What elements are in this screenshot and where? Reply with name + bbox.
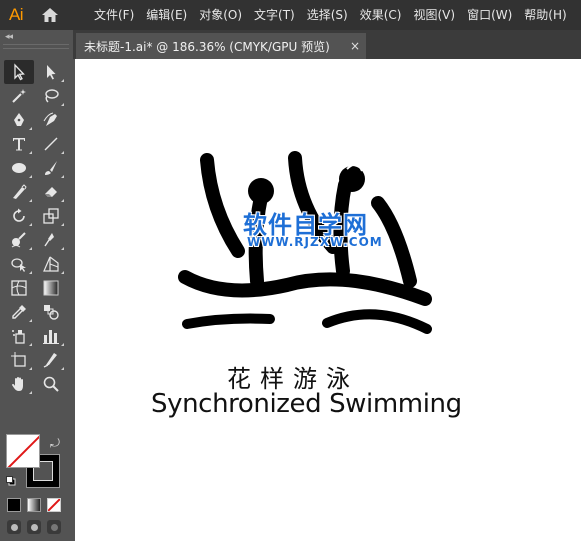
menu-select[interactable]: 选择(S)	[301, 0, 354, 30]
document-tab[interactable]: 未标题-1.ai* @ 186.36% (CMYK/GPU 预览) ×	[76, 33, 366, 59]
ellipse-tool-icon[interactable]	[4, 156, 34, 180]
scale-tool-icon[interactable]	[36, 204, 66, 228]
perspective-grid-tool-icon[interactable]	[36, 252, 66, 276]
tools-panel: ◂◂ ⤾	[0, 30, 73, 541]
rotate-tool-icon[interactable]	[4, 204, 34, 228]
menu-help[interactable]: 帮助(H)	[518, 0, 572, 30]
drawing-mode-row	[7, 520, 61, 534]
close-icon[interactable]: ×	[350, 39, 360, 53]
document-tab-title: 未标题-1.ai* @ 186.36% (CMYK/GPU 预览)	[84, 39, 330, 54]
artboard-canvas[interactable]: 软件自学网 WWW.RJZXW.COM 花样游泳 Synchronized Sw…	[75, 59, 581, 541]
shape-builder-tool-icon[interactable]	[4, 252, 34, 276]
fill-swatch[interactable]	[6, 434, 40, 468]
color-mode-button[interactable]	[7, 498, 21, 512]
default-fill-stroke-icon[interactable]	[6, 476, 16, 486]
color-mode-row	[7, 498, 61, 512]
document-tab-bar: 未标题-1.ai* @ 186.36% (CMYK/GPU 预览) ×	[73, 30, 581, 59]
tool-grid	[4, 60, 68, 396]
menu-object[interactable]: 对象(O)	[193, 0, 248, 30]
pen-tool-icon[interactable]	[4, 108, 34, 132]
free-transform-tool-icon[interactable]	[36, 228, 66, 252]
main-menu: 文件(F) 编辑(E) 对象(O) 文字(T) 选择(S) 效果(C) 视图(V…	[88, 0, 573, 30]
fill-stroke-control: ⤾	[6, 434, 66, 492]
type-tool-icon[interactable]	[4, 132, 34, 156]
slice-tool-icon[interactable]	[36, 348, 66, 372]
paintbrush-tool-icon[interactable]	[36, 156, 66, 180]
none-mode-button[interactable]	[47, 498, 61, 512]
synchronized-swimming-logo	[178, 151, 432, 334]
menu-effect[interactable]: 效果(C)	[354, 0, 408, 30]
menu-type[interactable]: 文字(T)	[248, 0, 301, 30]
column-graph-tool-icon[interactable]	[36, 324, 66, 348]
none-slash-icon	[48, 499, 60, 511]
lower-wave-right-stroke	[322, 309, 432, 334]
draw-normal-icon[interactable]	[7, 520, 21, 534]
draw-inside-icon[interactable]	[47, 520, 61, 534]
selection-tool-icon[interactable]	[4, 60, 34, 84]
blend-tool-icon[interactable]	[36, 300, 66, 324]
curvature-tool-icon[interactable]	[36, 108, 66, 132]
double-chevron-left-icon[interactable]: ◂◂	[5, 32, 13, 42]
hand-tool-icon[interactable]	[4, 372, 34, 396]
line-segment-tool-icon[interactable]	[36, 132, 66, 156]
app-logo: Ai	[8, 5, 24, 24]
magic-wand-tool-icon[interactable]	[4, 84, 34, 108]
menu-window[interactable]: 窗口(W)	[461, 0, 518, 30]
watermark-url: WWW.RJZXW.COM	[247, 235, 383, 249]
symbol-sprayer-tool-icon[interactable]	[4, 324, 34, 348]
lower-wave-left-stroke	[182, 313, 275, 329]
menu-bar: Ai 文件(F) 编辑(E) 对象(O) 文字(T) 选择(S) 效果(C) 视…	[0, 0, 581, 30]
gradient-tool-icon[interactable]	[36, 276, 66, 300]
warp-tool-icon[interactable]	[4, 228, 34, 252]
menu-view[interactable]: 视图(V)	[407, 0, 461, 30]
logo-title-english: Synchronized Swimming	[151, 389, 462, 419]
gradient-mode-button[interactable]	[27, 498, 41, 512]
lasso-tool-icon[interactable]	[36, 84, 66, 108]
shaper-tool-icon[interactable]	[4, 180, 34, 204]
none-slash-icon	[7, 435, 39, 467]
mesh-tool-icon[interactable]	[4, 276, 34, 300]
eyedropper-tool-icon[interactable]	[4, 300, 34, 324]
direct-selection-tool-icon[interactable]	[36, 60, 66, 84]
zoom-tool-icon[interactable]	[36, 372, 66, 396]
toolbar-grip[interactable]	[3, 44, 69, 49]
home-icon[interactable]	[36, 0, 64, 30]
menu-edit[interactable]: 编辑(E)	[140, 0, 193, 30]
menu-file[interactable]: 文件(F)	[88, 0, 140, 30]
left-arm-stroke	[200, 153, 245, 258]
draw-behind-icon[interactable]	[27, 520, 41, 534]
eraser-tool-icon[interactable]	[36, 180, 66, 204]
swap-fill-stroke-icon[interactable]: ⤾	[50, 436, 60, 451]
artboard-tool-icon[interactable]	[4, 348, 34, 372]
upper-wave-stroke	[178, 270, 432, 306]
left-head	[248, 178, 274, 204]
